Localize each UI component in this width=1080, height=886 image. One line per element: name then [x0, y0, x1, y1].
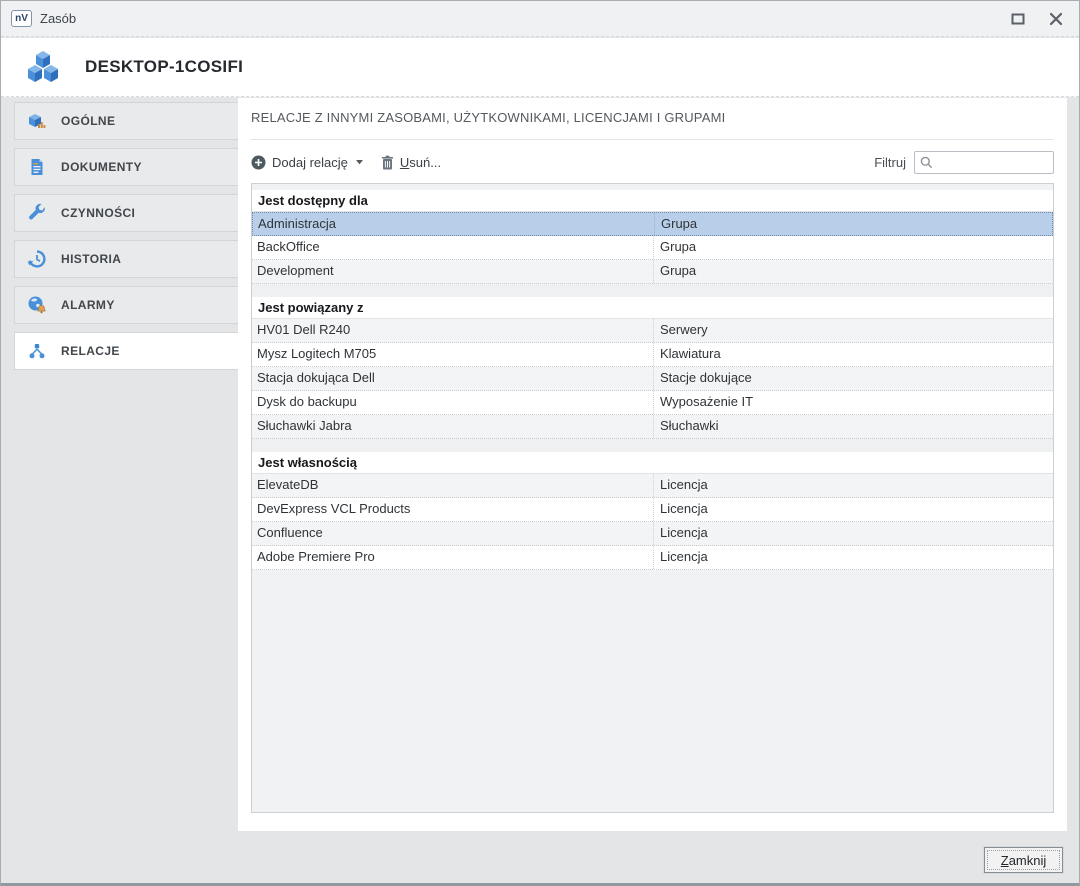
- sidebar-tab-dokumenty[interactable]: DOKUMENTY: [14, 148, 238, 186]
- relation-name: Słuchawki Jabra: [252, 415, 654, 438]
- relation-name: Mysz Logitech M705: [252, 343, 654, 366]
- relation-type: Serwery: [654, 319, 1053, 342]
- relation-type: Słuchawki: [654, 415, 1053, 438]
- wrench-icon: [27, 203, 47, 223]
- group-header-dostepny-dla: Jest dostępny dla: [252, 190, 1053, 212]
- window-title: Zasób: [40, 11, 76, 26]
- relation-name: Stacja dokująca Dell: [252, 367, 654, 390]
- history-icon: [27, 249, 47, 269]
- relation-type: Grupa: [654, 236, 1053, 259]
- chevron-down-icon: [356, 160, 363, 165]
- relations-icon: [27, 341, 47, 361]
- filter-input[interactable]: [933, 153, 1053, 172]
- tab-label: HISTORIA: [61, 252, 121, 266]
- relation-type: Licencja: [654, 498, 1053, 521]
- relation-type: Stacje dokujące: [654, 367, 1053, 390]
- resource-header: DESKTOP-1COSIFI: [1, 38, 1079, 97]
- table-row[interactable]: Confluence Licencja: [252, 522, 1053, 546]
- group-header-powiazany-z: Jest powiązany z: [252, 297, 1053, 319]
- table-row[interactable]: HV01 Dell R240 Serwery: [252, 319, 1053, 343]
- sidebar-tab-ogolne[interactable]: OGÓLNE: [14, 102, 238, 140]
- table-row[interactable]: Development Grupa: [252, 260, 1053, 284]
- table-row-selected[interactable]: Administracja Grupa: [252, 212, 1053, 236]
- cubes-icon: [23, 47, 63, 87]
- filter-label: Filtruj: [874, 155, 906, 170]
- relations-table: Jest dostępny dla Administracja Grupa Ba…: [251, 183, 1054, 813]
- section-title: RELACJE Z INNYMI ZASOBAMI, UŻYTKOWNIKAMI…: [251, 110, 1054, 125]
- relation-type: Licencja: [654, 546, 1053, 569]
- close-dialog-button[interactable]: Zamknij: [984, 847, 1063, 873]
- relation-name: BackOffice: [252, 236, 654, 259]
- relation-type: Grupa: [655, 213, 1052, 235]
- table-row[interactable]: Dysk do backupu Wyposażenie IT: [252, 391, 1053, 415]
- table-row[interactable]: Stacja dokująca Dell Stacje dokujące: [252, 367, 1053, 391]
- group-gap: [252, 439, 1053, 452]
- sidebar-tab-relacje[interactable]: RELACJE: [14, 332, 239, 370]
- table-row[interactable]: Mysz Logitech M705 Klawiatura: [252, 343, 1053, 367]
- relation-type: Licencja: [654, 474, 1053, 497]
- relation-name: Dysk do backupu: [252, 391, 654, 414]
- plus-circle-icon: [251, 155, 266, 170]
- search-icon: [920, 156, 933, 169]
- relation-name: Adobe Premiere Pro: [252, 546, 654, 569]
- table-row[interactable]: BackOffice Grupa: [252, 236, 1053, 260]
- toolbar: Dodaj relację Usuń... Filtruj: [251, 144, 1054, 180]
- trash-icon: [381, 155, 394, 170]
- relation-type: Wyposażenie IT: [654, 391, 1053, 414]
- relation-name: DevExpress VCL Products: [252, 498, 654, 521]
- group-gap: [252, 284, 1053, 297]
- tab-label: ALARMY: [61, 298, 115, 312]
- relation-type: Klawiatura: [654, 343, 1053, 366]
- relation-type: Licencja: [654, 522, 1053, 545]
- sidebar-tab-czynnosci[interactable]: CZYNNOŚCI: [14, 194, 238, 232]
- footer: Zamknij: [1, 831, 1079, 883]
- table-row[interactable]: DevExpress VCL Products Licencja: [252, 498, 1053, 522]
- window-controls: [1009, 10, 1079, 28]
- nvision-app-icon: nV: [11, 10, 32, 27]
- table-row[interactable]: Słuchawki Jabra Słuchawki: [252, 415, 1053, 439]
- relation-name: Confluence: [252, 522, 654, 545]
- relation-name: ElevateDB: [252, 474, 654, 497]
- globe-bell-icon: [27, 295, 47, 315]
- relation-name: Development: [252, 260, 654, 283]
- page-title: DESKTOP-1COSIFI: [85, 57, 243, 77]
- sidebar-tab-historia[interactable]: HISTORIA: [14, 240, 238, 278]
- filter-field: [914, 151, 1054, 174]
- tab-label: OGÓLNE: [61, 114, 115, 128]
- add-relation-label: Dodaj relację: [272, 155, 348, 170]
- maximize-icon: [1011, 13, 1025, 25]
- document-icon: [27, 157, 47, 177]
- divider: [251, 139, 1054, 140]
- relation-name: HV01 Dell R240: [252, 319, 654, 342]
- resource-dialog: nV Zasób: [0, 0, 1080, 886]
- table-row[interactable]: ElevateDB Licencja: [252, 474, 1053, 498]
- relation-type: Grupa: [654, 260, 1053, 283]
- close-icon: [1049, 12, 1063, 26]
- delete-relation-button[interactable]: Usuń...: [381, 155, 441, 170]
- maximize-button[interactable]: [1009, 10, 1027, 28]
- relation-name: Administracja: [253, 213, 655, 235]
- add-relation-button[interactable]: Dodaj relację: [251, 155, 363, 170]
- titlebar: nV Zasób: [1, 1, 1079, 37]
- sidebar: OGÓLNE DOKUMENTY CZYNNOŚCI: [14, 102, 238, 378]
- close-button[interactable]: [1047, 10, 1065, 28]
- relations-panel: RELACJE Z INNYMI ZASOBAMI, UŻYTKOWNIKAMI…: [238, 98, 1067, 831]
- delete-relation-label: Usuń...: [400, 155, 441, 170]
- table-row[interactable]: Adobe Premiere Pro Licencja: [252, 546, 1053, 570]
- tab-label: RELACJE: [61, 344, 120, 358]
- tab-label: CZYNNOŚCI: [61, 206, 135, 220]
- cube-chart-icon: [27, 111, 47, 131]
- tab-label: DOKUMENTY: [61, 160, 142, 174]
- group-header-wlasnoscia: Jest własnością: [252, 452, 1053, 474]
- sidebar-tab-alarmy[interactable]: ALARMY: [14, 286, 238, 324]
